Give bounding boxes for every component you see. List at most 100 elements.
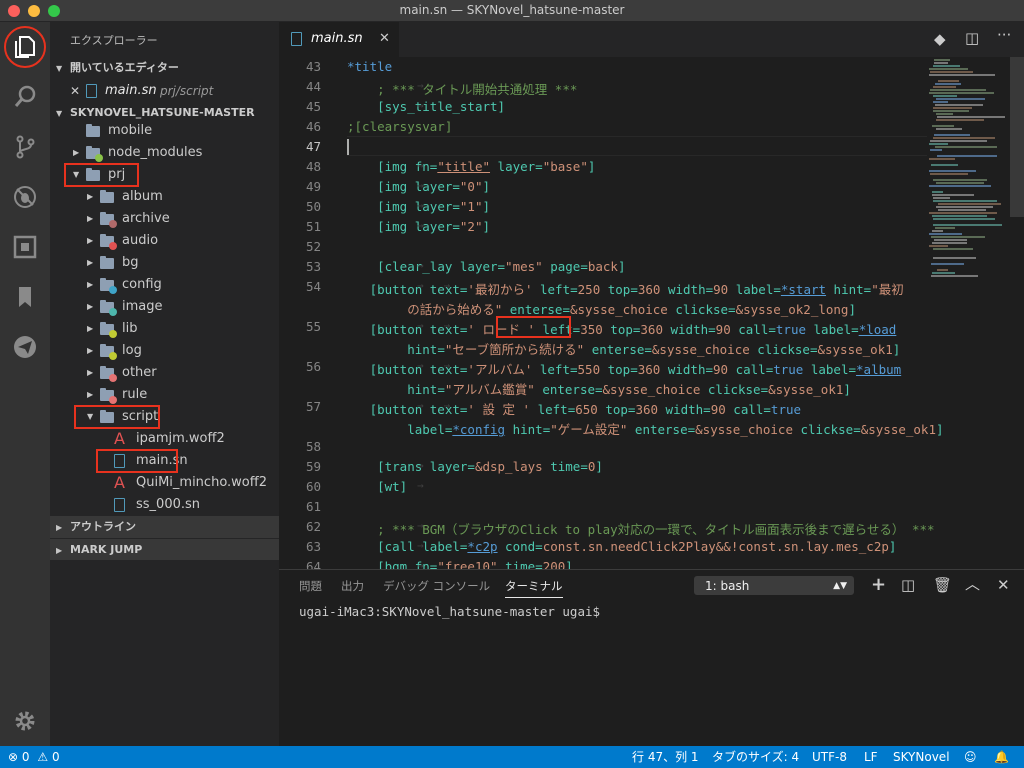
code-line: hint="アルバム鑑賞" enterse=&sysse_choice clic… bbox=[407, 382, 851, 397]
outline-header[interactable]: ▶ アウトライン bbox=[50, 516, 279, 538]
minimap-line bbox=[935, 227, 955, 229]
problems-status[interactable]: ⊗ 0 ⚠ 0 bbox=[8, 746, 60, 768]
minimap[interactable] bbox=[929, 57, 1009, 569]
encoding[interactable]: UTF-8 bbox=[812, 746, 847, 768]
chevron-right-icon[interactable]: ▶ bbox=[87, 318, 93, 340]
open-editor-item[interactable]: ✕ main.sn prj/script bbox=[50, 80, 279, 102]
chevron-right-icon[interactable]: ▶ bbox=[73, 142, 79, 164]
chevron-right-icon[interactable]: ▶ bbox=[87, 230, 93, 252]
chevron-right-icon[interactable]: ▶ bbox=[87, 340, 93, 362]
code-line: → [call label=*c2p cond=const.sn.needCli… bbox=[377, 539, 897, 554]
tab-output[interactable]: 出力 bbox=[341, 578, 364, 594]
tree-item-lib[interactable]: ▶ lib bbox=[50, 318, 279, 340]
more-actions-icon[interactable]: ··· bbox=[997, 26, 1011, 44]
code-editor[interactable]: 43 44 45 46 47 48 49 50 51 52 53 54 55 56 57 58 59 60 61 62… bbox=[279, 57, 1024, 569]
minimap-line bbox=[933, 197, 950, 199]
explorer-button[interactable] bbox=[0, 22, 50, 72]
line-number: 47 bbox=[305, 139, 321, 154]
tree-item-ipamjm-woff2[interactable]: Aipamjm.woff2 bbox=[50, 428, 279, 450]
minimap-line bbox=[935, 104, 983, 106]
tree-item-config[interactable]: ▶ config bbox=[50, 274, 279, 296]
tree-item-label: archive bbox=[122, 211, 170, 226]
tree-item-bg[interactable]: ▶ bg bbox=[50, 252, 279, 274]
bookmarks-button[interactable] bbox=[0, 272, 50, 322]
minimap-line bbox=[929, 185, 991, 187]
tree-item-audio[interactable]: ▶ audio bbox=[50, 230, 279, 252]
terminal-select[interactable]: 1: bash ▲▼ bbox=[694, 576, 854, 595]
open-changes-icon[interactable]: ◆ bbox=[934, 30, 946, 48]
language-mode[interactable]: SKYNovel bbox=[893, 746, 950, 768]
trash-icon[interactable]: 🗑 bbox=[933, 576, 952, 594]
close-panel-icon[interactable]: ✕ bbox=[997, 576, 1010, 594]
open-editors-header[interactable]: ▼ 開いているエディター bbox=[50, 57, 279, 79]
tree-item-ss-000-sn[interactable]: ss_000.sn bbox=[50, 494, 279, 516]
chevron-right-icon[interactable]: ▶ bbox=[87, 252, 93, 274]
notification-bell-icon[interactable]: 🔔 bbox=[994, 746, 1009, 768]
line-number: 61 bbox=[305, 499, 321, 514]
chevron-up-icon[interactable]: ︿ bbox=[965, 573, 980, 594]
current-line-highlight bbox=[347, 136, 927, 156]
line-ending[interactable]: LF bbox=[864, 746, 878, 768]
status-bar: ⊗ 0 ⚠ 0 行 47、列 1 タブのサイズ: 4 UTF-8 LF SKYN… bbox=[0, 746, 1024, 768]
close-icon[interactable]: ✕ bbox=[70, 80, 80, 102]
new-terminal-icon[interactable]: + bbox=[871, 574, 886, 595]
source-control-button[interactable] bbox=[0, 122, 50, 172]
line-number: 60 bbox=[305, 479, 321, 494]
close-icon[interactable]: ✕ bbox=[379, 31, 390, 46]
terminal-prompt[interactable]: ugai-iMac3:SKYNovel_hatsune-master ugai$ bbox=[299, 604, 600, 619]
folder-icon bbox=[100, 388, 117, 404]
minimap-line bbox=[934, 239, 967, 241]
split-terminal-icon[interactable]: ◫ bbox=[901, 576, 915, 594]
project-header[interactable]: ▼ SKYNOVEL_HATSUNE-MASTER bbox=[50, 102, 279, 124]
chevron-right-icon[interactable]: ▶ bbox=[87, 186, 93, 208]
settings-button[interactable] bbox=[0, 696, 50, 746]
debug-button[interactable] bbox=[0, 172, 50, 222]
minimap-line bbox=[933, 257, 976, 259]
tree-item-label: QuiMi_mincho.woff2 bbox=[136, 475, 267, 490]
error-icon: ⊗ bbox=[8, 750, 19, 764]
split-editor-icon[interactable]: ◫ bbox=[965, 29, 979, 47]
minimap-line bbox=[929, 233, 962, 235]
tree-item-other[interactable]: ▶ other bbox=[50, 362, 279, 384]
search-button[interactable] bbox=[0, 72, 50, 122]
chevron-right-icon[interactable]: ▶ bbox=[87, 208, 93, 230]
tree-item-quimi-mincho-woff2[interactable]: A QuiMi_mincho.woff2 bbox=[50, 472, 279, 494]
vertical-scrollbar[interactable] bbox=[1010, 57, 1024, 217]
tree-item-archive[interactable]: ▶ archive bbox=[50, 208, 279, 230]
minimap-line bbox=[929, 212, 997, 214]
cursor-position[interactable]: 行 47、列 1 bbox=[632, 746, 699, 768]
tree-item-log[interactable]: ▶ log bbox=[50, 340, 279, 362]
folder-badge-icon bbox=[109, 286, 117, 294]
tree-item-album[interactable]: ▶ album bbox=[50, 186, 279, 208]
minimap-line bbox=[929, 74, 995, 76]
tab-problems[interactable]: 問題 bbox=[299, 578, 322, 594]
minimap-line bbox=[933, 110, 969, 112]
chevron-right-icon[interactable]: ▶ bbox=[87, 362, 93, 384]
extensions-button[interactable] bbox=[0, 222, 50, 272]
tree-item-image[interactable]: ▶ image bbox=[50, 296, 279, 318]
send-button[interactable] bbox=[0, 322, 50, 372]
tab-size[interactable]: タブのサイズ: 4 bbox=[712, 746, 799, 768]
tree-item-mobile[interactable]: mobile bbox=[50, 124, 279, 142]
minimap-line bbox=[937, 269, 948, 271]
tab-debug-console[interactable]: デバッグ コンソール bbox=[383, 578, 490, 594]
chevron-right-icon[interactable]: ▶ bbox=[87, 296, 93, 318]
window-title: main.sn — SKYNovel_hatsune-master bbox=[399, 3, 625, 17]
tree-item-rule[interactable]: ▶ rule bbox=[50, 384, 279, 406]
warning-count: 0 bbox=[51, 750, 60, 764]
tree-item-label: config bbox=[122, 277, 162, 292]
tab-main-sn[interactable]: main.sn ✕ bbox=[279, 22, 399, 57]
chevron-right-icon[interactable]: ▶ bbox=[87, 274, 93, 296]
open-editors-label: 開いているエディター bbox=[70, 61, 179, 74]
code-line: → [clear_lay layer="mes" page=back] bbox=[377, 259, 626, 274]
feedback-smiley-icon[interactable]: ☺ bbox=[964, 746, 977, 768]
mark-jump-header[interactable]: ▶ MARK JUMP bbox=[50, 538, 279, 560]
line-number: 46 bbox=[305, 119, 321, 134]
folder-icon bbox=[100, 322, 117, 338]
annotation-box-prj bbox=[64, 163, 139, 187]
line-number: 45 bbox=[305, 99, 321, 114]
folder-icon bbox=[100, 366, 117, 382]
tree-item-node-modules[interactable]: ▶ node_modules bbox=[50, 142, 279, 164]
tab-terminal[interactable]: ターミナル bbox=[505, 578, 563, 598]
chevron-right-icon[interactable]: ▶ bbox=[87, 384, 93, 406]
